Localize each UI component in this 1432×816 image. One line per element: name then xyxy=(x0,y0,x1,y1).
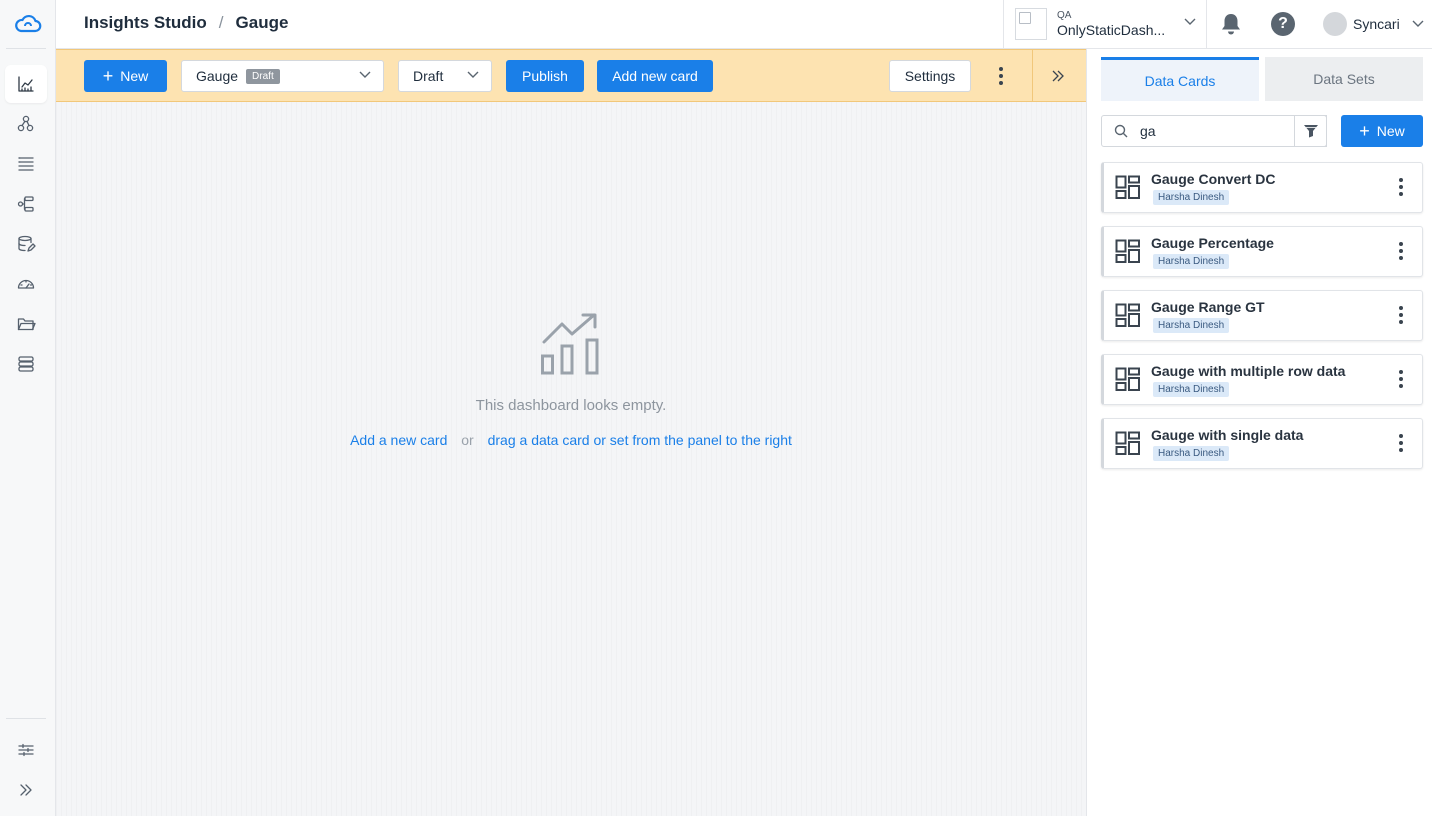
search-input[interactable] xyxy=(1140,123,1310,139)
breadcrumb-root[interactable]: Insights Studio xyxy=(84,13,207,33)
breadcrumb: Insights Studio / Gauge xyxy=(84,13,288,33)
card-layout-icon xyxy=(1115,367,1140,391)
user-menu[interactable]: Syncari xyxy=(1323,12,1424,36)
card-title: Gauge Range GT xyxy=(1151,299,1265,315)
stack-icon[interactable] xyxy=(5,345,47,383)
rail-divider xyxy=(6,48,46,49)
card-layout-icon xyxy=(1115,239,1140,263)
dashboard-select-value: Gauge xyxy=(196,68,239,84)
new-dashboard-button[interactable]: + New xyxy=(84,60,167,92)
plus-icon: + xyxy=(1359,121,1370,141)
filter-button[interactable] xyxy=(1294,115,1327,147)
rail-divider xyxy=(6,718,46,719)
dashboard-chart-icon[interactable] xyxy=(5,65,47,103)
settings-button[interactable]: Settings xyxy=(889,60,971,92)
empty-state-message: This dashboard looks empty. xyxy=(475,397,667,414)
owner-badge: Harsha Dinesh xyxy=(1153,446,1230,461)
plus-icon: + xyxy=(102,66,114,86)
card-title: Gauge Percentage xyxy=(1151,235,1274,251)
settings-sliders-icon[interactable] xyxy=(5,731,47,769)
list-icon[interactable] xyxy=(5,145,47,183)
tenant-logo-image xyxy=(1015,8,1047,40)
empty-chart-icon xyxy=(540,312,602,381)
nodes-icon[interactable] xyxy=(5,105,47,143)
chevron-down-icon xyxy=(1412,20,1424,27)
chevron-down-icon xyxy=(467,71,479,78)
breadcrumb-current: Gauge xyxy=(235,13,289,32)
new-data-card-button[interactable]: + New xyxy=(1341,115,1423,147)
publish-button[interactable]: Publish xyxy=(506,60,584,92)
card-title: Gauge with single data xyxy=(1151,427,1304,443)
tenant-label: QA xyxy=(1057,10,1072,21)
card-more-icon[interactable] xyxy=(1396,365,1406,393)
folder-icon[interactable] xyxy=(5,305,47,343)
data-panel: Data Cards Data Sets + New Gauge Convert… xyxy=(1086,49,1432,816)
or-text: or xyxy=(461,432,474,448)
new-button-label: New xyxy=(120,68,149,84)
status-select-value: Draft xyxy=(413,68,444,84)
tenant-name: OnlyStaticDash... xyxy=(1057,22,1166,38)
collapse-panel-icon[interactable] xyxy=(1046,64,1070,88)
header-divider xyxy=(1206,0,1207,48)
breadcrumb-separator: / xyxy=(218,13,224,32)
dashboard-canvas[interactable]: This dashboard looks empty. Add a new ca… xyxy=(56,102,1086,816)
toolbar-divider xyxy=(1032,50,1033,101)
empty-state-actions: Add a new card or drag a data card or se… xyxy=(56,432,1086,448)
more-options-icon[interactable] xyxy=(991,60,1011,92)
data-card-list: Gauge Convert DC Harsha Dinesh Gauge Per… xyxy=(1101,162,1423,482)
expand-rail-icon[interactable] xyxy=(5,771,47,809)
card-layout-icon xyxy=(1115,303,1140,327)
card-title: Gauge with multiple row data xyxy=(1151,363,1346,379)
panel-tabs: Data Cards Data Sets xyxy=(1101,57,1423,101)
database-edit-icon[interactable] xyxy=(5,225,47,263)
data-card[interactable]: Gauge Convert DC Harsha Dinesh xyxy=(1101,162,1423,213)
dashboard-toolbar: + New Gauge Draft Draft Publish Add new … xyxy=(56,49,1086,102)
user-name: Syncari xyxy=(1353,16,1400,32)
tab-data-cards[interactable]: Data Cards xyxy=(1101,57,1259,101)
avatar xyxy=(1323,12,1347,36)
add-new-card-button[interactable]: Add new card xyxy=(597,60,713,92)
card-more-icon[interactable] xyxy=(1396,429,1406,457)
chevron-down-icon xyxy=(359,71,371,78)
bell-icon[interactable] xyxy=(1220,12,1242,41)
card-more-icon[interactable] xyxy=(1396,237,1406,265)
tenant-switcher[interactable]: QA OnlyStaticDash... xyxy=(1003,0,1206,48)
owner-badge: Harsha Dinesh xyxy=(1153,382,1230,397)
speedometer-icon[interactable] xyxy=(5,265,47,303)
data-card[interactable]: Gauge Percentage Harsha Dinesh xyxy=(1101,226,1423,277)
cloud-logo-icon[interactable] xyxy=(0,0,56,48)
draft-badge: Draft xyxy=(246,68,280,84)
data-card[interactable]: Gauge with single data Harsha Dinesh xyxy=(1101,418,1423,469)
card-more-icon[interactable] xyxy=(1396,173,1406,201)
drag-data-card-link[interactable]: drag a data card or set from the panel t… xyxy=(488,432,792,448)
data-card[interactable]: Gauge with multiple row data Harsha Dine… xyxy=(1101,354,1423,405)
owner-badge: Harsha Dinesh xyxy=(1153,254,1230,269)
flow-icon[interactable] xyxy=(5,185,47,223)
data-card[interactable]: Gauge Range GT Harsha Dinesh xyxy=(1101,290,1423,341)
top-header: Insights Studio / Gauge QA OnlyStaticDas… xyxy=(56,0,1432,49)
left-nav-rail xyxy=(0,0,56,816)
dashboard-select[interactable]: Gauge Draft xyxy=(181,60,384,92)
new-button-label: New xyxy=(1376,123,1405,139)
card-title: Gauge Convert DC xyxy=(1151,171,1276,187)
filter-icon xyxy=(1303,125,1318,138)
card-more-icon[interactable] xyxy=(1396,301,1406,329)
add-new-card-link[interactable]: Add a new card xyxy=(350,432,447,448)
card-layout-icon xyxy=(1115,431,1140,455)
owner-badge: Harsha Dinesh xyxy=(1153,318,1230,333)
status-select[interactable]: Draft xyxy=(398,60,492,92)
tab-data-sets[interactable]: Data Sets xyxy=(1265,57,1423,101)
card-layout-icon xyxy=(1115,175,1140,199)
owner-badge: Harsha Dinesh xyxy=(1153,190,1230,205)
search-icon xyxy=(1114,124,1128,138)
help-icon[interactable]: ? xyxy=(1271,12,1295,36)
chevron-down-icon xyxy=(1184,18,1196,25)
